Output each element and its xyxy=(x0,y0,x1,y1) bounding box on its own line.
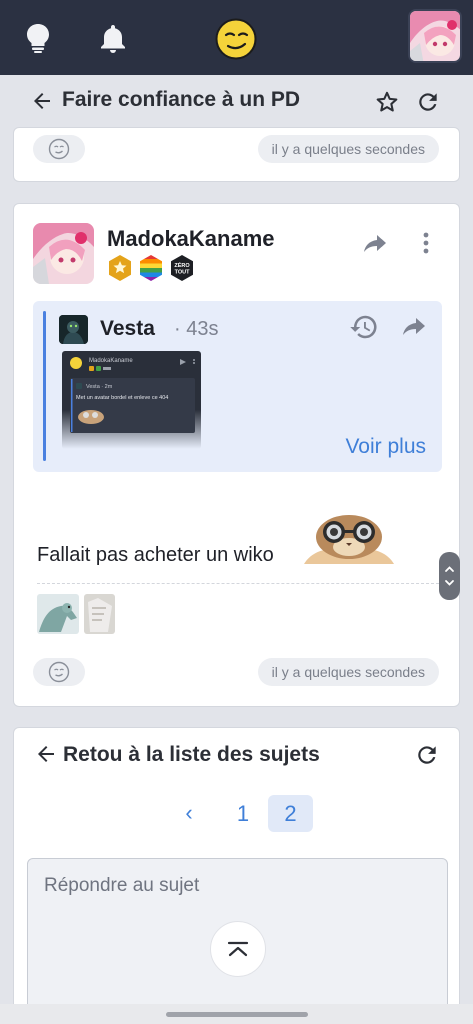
author-avatar[interactable] xyxy=(33,223,94,284)
quote-time: · 43s xyxy=(174,318,219,340)
svg-text:ZÉRO: ZÉRO xyxy=(174,261,190,269)
top-app-bar xyxy=(0,0,473,75)
pager-page-1[interactable]: 1 xyxy=(228,796,258,832)
history-icon[interactable] xyxy=(349,312,379,342)
quote-bar xyxy=(43,311,46,461)
reaction-button[interactable] xyxy=(33,135,85,163)
author-name[interactable]: MadokaKaname xyxy=(107,226,275,252)
arrow-left-icon[interactable] xyxy=(34,742,58,766)
post-timestamp: il y a quelques secondes xyxy=(257,135,439,163)
quote-author-avatar xyxy=(59,315,88,344)
quoted-message[interactable]: Vesta · 43s MadokaKaname Vesta · 2m Met … xyxy=(33,301,442,472)
post-card: MadokaKaname ZÉRO TOUT Vesta · 43s Madoka… xyxy=(13,203,460,707)
topic-footer-card: Retou à la liste des sujets ‹ 1 2 Répond… xyxy=(13,727,460,1024)
see-more-link[interactable]: Voir plus xyxy=(345,435,426,459)
quote-author-name: Vesta xyxy=(100,317,155,340)
back-to-topics-link[interactable]: Retou à la liste des sujets xyxy=(63,743,320,767)
page-title: Faire confiance à un PD xyxy=(62,88,301,111)
more-vertical-icon[interactable] xyxy=(414,229,438,257)
svg-text:TOUT: TOUT xyxy=(175,270,191,276)
share-icon[interactable] xyxy=(401,314,427,338)
reply-textarea[interactable]: Répondre au sujet xyxy=(27,858,448,1024)
arrow-left-icon[interactable] xyxy=(30,89,54,113)
smiley-outline-icon xyxy=(48,138,70,160)
bell-icon[interactable] xyxy=(93,18,133,58)
attachment-thumbnail[interactable] xyxy=(37,594,79,634)
scroll-up-down-control[interactable] xyxy=(439,552,460,600)
thumb-author: MadokaKaname xyxy=(89,358,133,364)
scroll-top-icon xyxy=(227,941,249,957)
gesture-handle[interactable] xyxy=(166,1012,308,1017)
star-outline-icon[interactable] xyxy=(374,89,400,115)
chevron-up-icon xyxy=(445,566,454,572)
quoted-screenshot-thumbnail[interactable]: MadokaKaname Vesta · 2m Met un avatar bo… xyxy=(62,351,201,449)
rainbow-badge-icon xyxy=(138,254,164,282)
scroll-to-top-button[interactable] xyxy=(210,921,266,977)
pager-page-2-current[interactable]: 2 xyxy=(268,795,313,832)
refresh-icon[interactable] xyxy=(414,742,440,768)
reaction-button[interactable] xyxy=(33,658,85,686)
message-text: Fallait pas acheter un wiko xyxy=(37,544,274,566)
topic-header: Faire confiance à un PD xyxy=(0,75,473,127)
smiley-outline-icon xyxy=(48,661,70,683)
refresh-icon[interactable] xyxy=(415,89,441,115)
previous-post-card: il y a quelques secondes xyxy=(13,127,460,182)
thumb-text: Met un avatar bordel et enleve ce 404 xyxy=(76,395,168,401)
lightbulb-icon[interactable] xyxy=(18,18,58,58)
cat-with-goggles-sticker xyxy=(304,512,394,564)
pager-prev-button[interactable]: ‹ xyxy=(179,800,199,825)
share-icon[interactable] xyxy=(362,231,388,255)
chevron-down-icon xyxy=(445,580,454,586)
divider xyxy=(37,583,439,584)
user-avatar[interactable] xyxy=(408,9,462,63)
thumb-reply-author: Vesta · 2m xyxy=(86,384,113,390)
smiley-logo-icon[interactable] xyxy=(214,17,258,61)
attachment-thumbnail[interactable] xyxy=(84,594,115,634)
star-badge-icon xyxy=(107,254,133,282)
reply-placeholder: Répondre au sujet xyxy=(44,875,200,896)
post-timestamp: il y a quelques secondes xyxy=(257,658,439,686)
zero-tout-badge-icon: ZÉRO TOUT xyxy=(169,254,195,282)
